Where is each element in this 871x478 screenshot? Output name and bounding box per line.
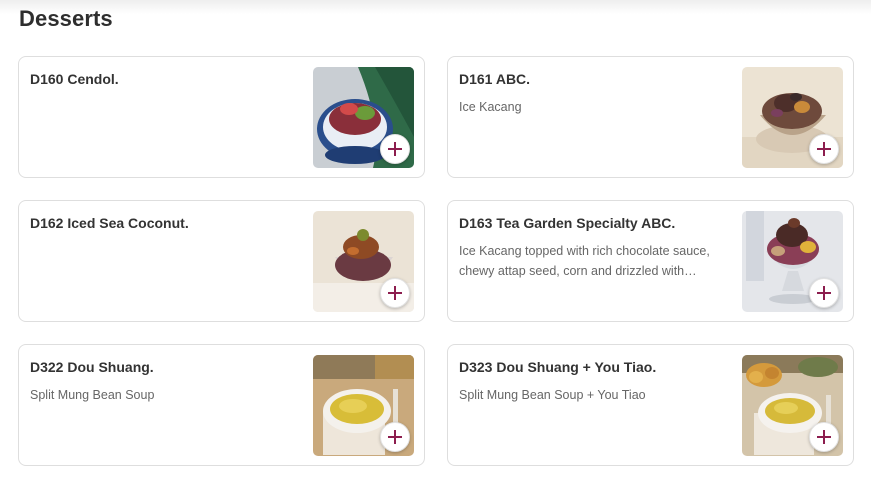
plus-icon xyxy=(388,142,402,156)
add-to-cart-button[interactable] xyxy=(380,278,410,308)
menu-item-card[interactable]: D163 Tea Garden Specialty ABC. Ice Kacan… xyxy=(447,200,854,322)
item-name: D162 Iced Sea Coconut. xyxy=(30,215,189,231)
menu-item-card[interactable]: D161 ABC. Ice Kacang xyxy=(447,56,854,178)
item-description: Split Mung Bean Soup + You Tiao xyxy=(459,388,646,402)
plus-icon xyxy=(817,430,831,444)
add-to-cart-button[interactable] xyxy=(809,422,839,452)
item-name: D161 ABC. xyxy=(459,71,531,87)
section-title: Desserts xyxy=(19,6,113,31)
add-to-cart-button[interactable] xyxy=(380,422,410,452)
plus-icon xyxy=(388,430,402,444)
item-name: D323 Dou Shuang + You Tiao. xyxy=(459,359,657,375)
item-description: Split Mung Bean Soup xyxy=(30,388,155,402)
plus-icon xyxy=(817,142,831,156)
add-to-cart-button[interactable] xyxy=(809,278,839,308)
top-shade xyxy=(0,0,871,14)
menu-item-card[interactable]: D160 Cendol. xyxy=(18,56,425,178)
plus-icon xyxy=(817,286,831,300)
item-description: Ice Kacang xyxy=(459,100,522,114)
menu-item-card[interactable]: D323 Dou Shuang + You Tiao. Split Mung B… xyxy=(447,344,854,466)
menu-item-card[interactable]: D162 Iced Sea Coconut. xyxy=(18,200,425,322)
item-name: D322 Dou Shuang. xyxy=(30,359,154,375)
item-name: D160 Cendol. xyxy=(30,71,119,87)
menu-item-card[interactable]: D322 Dou Shuang. Split Mung Bean Soup xyxy=(18,344,425,466)
add-to-cart-button[interactable] xyxy=(380,134,410,164)
plus-icon xyxy=(388,286,402,300)
item-name: D163 Tea Garden Specialty ABC. xyxy=(459,215,676,231)
add-to-cart-button[interactable] xyxy=(809,134,839,164)
item-description: Ice Kacang topped with rich chocolate sa… xyxy=(459,244,710,278)
